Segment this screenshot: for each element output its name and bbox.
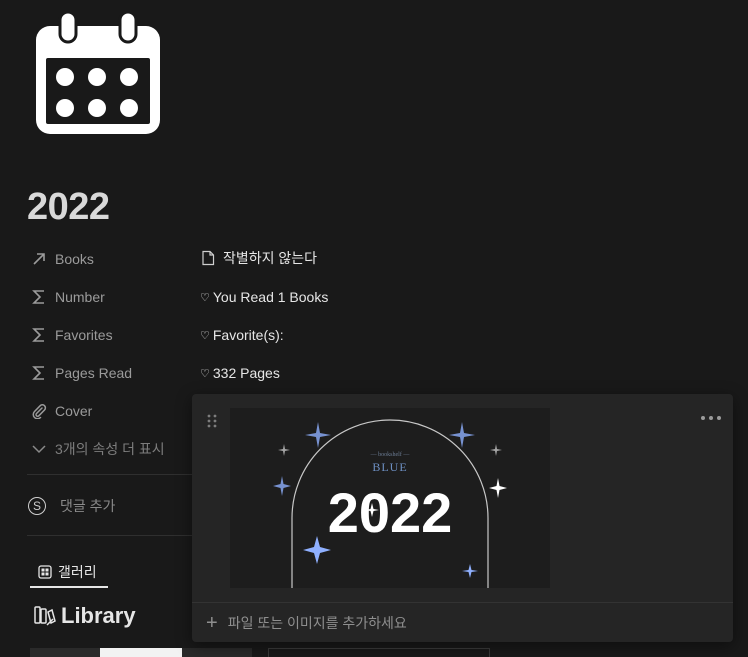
property-label: Cover bbox=[55, 403, 93, 419]
user-avatar-icon: S bbox=[28, 497, 46, 515]
property-value-books[interactable]: 작별하지 않는다 bbox=[200, 246, 317, 270]
heart-icon: ♡ bbox=[200, 329, 210, 342]
property-label: Number bbox=[55, 289, 105, 305]
add-comment-label: 댓글 추가 bbox=[60, 498, 116, 514]
property-label: Favorites bbox=[55, 327, 113, 343]
chevron-down-icon bbox=[29, 439, 49, 459]
sigma-icon bbox=[29, 287, 49, 307]
add-file-button[interactable]: + 파일 또는 이미지를 추가하세요 bbox=[206, 612, 407, 634]
cover-image[interactable]: — bookshelf — BLUE 2022 bbox=[230, 408, 550, 588]
sigma-icon bbox=[29, 363, 49, 383]
page-icon bbox=[202, 250, 215, 266]
page-title[interactable]: 2022 bbox=[27, 186, 110, 229]
search-box[interactable] bbox=[268, 648, 490, 657]
sigma-icon bbox=[29, 325, 49, 345]
database-title[interactable]: Library bbox=[33, 600, 136, 632]
arrow-up-right-icon bbox=[29, 249, 49, 269]
property-value-text: Favorite(s): bbox=[212, 327, 284, 343]
divider bbox=[192, 602, 733, 603]
view-control[interactable] bbox=[182, 648, 252, 657]
cover-brand: BLUE bbox=[372, 460, 408, 474]
books-icon bbox=[34, 606, 56, 626]
add-comment[interactable]: S 댓글 추가 bbox=[28, 494, 115, 518]
property-cover[interactable]: Cover bbox=[29, 399, 92, 423]
add-file-label: 파일 또는 이미지를 추가하세요 bbox=[227, 615, 407, 631]
divider bbox=[27, 535, 192, 536]
tab-gallery-label: 갤러리 bbox=[58, 564, 97, 580]
heart-icon: ♡ bbox=[200, 291, 210, 304]
divider bbox=[27, 474, 192, 475]
database-title-label: Library bbox=[61, 603, 136, 628]
view-control[interactable] bbox=[30, 648, 100, 657]
property-label: Books bbox=[55, 251, 94, 267]
gallery-icon bbox=[38, 565, 52, 579]
property-value-text: 332 Pages bbox=[212, 365, 280, 381]
property-books[interactable]: Books bbox=[29, 247, 94, 271]
cover-popup: — bookshelf — BLUE 2022 + 파일 또는 이미지를 추가하… bbox=[192, 394, 733, 642]
view-control-active[interactable] bbox=[100, 648, 182, 657]
calendar-icon[interactable] bbox=[34, 10, 162, 136]
property-pages-read[interactable]: Pages Read bbox=[29, 361, 132, 385]
property-value-pages-read[interactable]: ♡ 332 Pages bbox=[200, 361, 280, 385]
paperclip-icon bbox=[29, 401, 49, 421]
show-more-properties[interactable]: 3개의 속성 더 표시 bbox=[29, 437, 165, 461]
property-favorites[interactable]: Favorites bbox=[29, 323, 113, 347]
more-options-icon[interactable] bbox=[701, 412, 721, 424]
property-label: Pages Read bbox=[55, 365, 133, 381]
drag-handle-icon[interactable] bbox=[206, 413, 218, 429]
property-value-text: You Read 1 Books bbox=[212, 289, 329, 305]
property-value-favorites[interactable]: ♡ Favorite(s): bbox=[200, 323, 284, 347]
show-more-label: 3개의 속성 더 표시 bbox=[55, 441, 165, 457]
heart-icon: ♡ bbox=[200, 367, 210, 380]
property-number[interactable]: Number bbox=[29, 285, 105, 309]
cover-small-text: — bookshelf — bbox=[370, 452, 410, 458]
property-value-text: 작별하지 않는다 bbox=[223, 250, 318, 266]
cover-year: 2022 bbox=[327, 481, 453, 544]
plus-icon: + bbox=[206, 612, 218, 634]
property-value-number[interactable]: ♡ You Read 1 Books bbox=[200, 285, 328, 309]
tab-gallery[interactable]: 갤러리 bbox=[30, 558, 108, 588]
